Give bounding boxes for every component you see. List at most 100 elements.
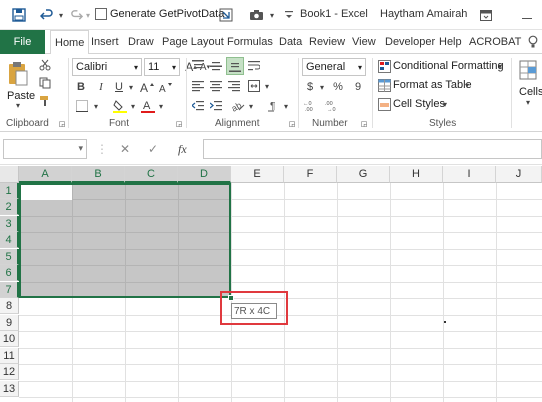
user-name[interactable]: Haytham Amairah bbox=[380, 8, 467, 20]
conditional-formatting-label[interactable]: Conditional Formatting bbox=[393, 60, 504, 72]
tab-developer[interactable]: Developer bbox=[385, 30, 435, 54]
ribbon-display-options-icon[interactable] bbox=[478, 6, 494, 24]
pivot-icon[interactable] bbox=[218, 6, 234, 24]
number-format-dropdown[interactable]: General ▾ bbox=[302, 58, 366, 76]
row-header-11[interactable]: 11 bbox=[0, 348, 19, 364]
row-header-7[interactable]: 7 bbox=[0, 282, 19, 298]
row-header-6[interactable]: 6 bbox=[0, 265, 19, 281]
cell-styles-label[interactable]: Cell Styles bbox=[393, 98, 445, 110]
comma-style-button[interactable]: 9 bbox=[352, 78, 364, 96]
decrease-indent-icon[interactable] bbox=[190, 98, 206, 114]
copy-icon[interactable] bbox=[38, 76, 52, 90]
bold-button[interactable]: B bbox=[74, 78, 88, 96]
borders-icon[interactable] bbox=[74, 98, 90, 114]
row-header-9[interactable]: 9 bbox=[0, 315, 19, 331]
undo-dropdown-icon[interactable]: ▾ bbox=[56, 6, 66, 24]
customize-qat-icon[interactable] bbox=[284, 6, 294, 24]
format-as-table-dropdown-icon[interactable]: ▾ bbox=[463, 77, 471, 93]
merge-center-icon[interactable] bbox=[246, 78, 262, 94]
camera-icon[interactable] bbox=[248, 6, 264, 24]
row-header-2[interactable]: 2 bbox=[0, 199, 19, 215]
orientation-icon[interactable]: ab bbox=[230, 98, 246, 114]
tab-page-layout[interactable]: Page Layout bbox=[162, 30, 224, 54]
generate-getpivotdata-checkbox[interactable] bbox=[95, 8, 107, 20]
select-all-corner[interactable] bbox=[0, 166, 19, 183]
row-header-5[interactable]: 5 bbox=[0, 249, 19, 265]
tab-home[interactable]: Home bbox=[50, 30, 90, 55]
camera-dropdown-icon[interactable]: ▾ bbox=[268, 6, 276, 24]
clipboard-launcher-icon[interactable]: ◲ bbox=[58, 120, 66, 128]
column-header-e[interactable]: E bbox=[231, 166, 284, 183]
number-launcher-icon[interactable]: ◲ bbox=[360, 120, 368, 128]
tab-view[interactable]: View bbox=[352, 30, 376, 54]
tab-draw[interactable]: Draw bbox=[128, 30, 154, 54]
name-box[interactable]: ▾ bbox=[3, 139, 87, 159]
tab-help[interactable]: Help bbox=[439, 30, 462, 54]
align-center-icon[interactable] bbox=[208, 78, 224, 94]
cell-styles-dropdown-icon[interactable]: ▾ bbox=[441, 96, 449, 112]
borders-dropdown-icon[interactable]: ▾ bbox=[92, 98, 100, 114]
orientation-dropdown-icon[interactable]: ▾ bbox=[247, 98, 255, 114]
format-painter-icon[interactable] bbox=[38, 94, 52, 108]
row-header-1[interactable]: 1 bbox=[0, 183, 19, 199]
row-header-8[interactable]: 8 bbox=[0, 298, 19, 314]
cells-label[interactable]: Cells bbox=[519, 86, 542, 98]
column-header-g[interactable]: G bbox=[337, 166, 390, 183]
formula-input[interactable] bbox=[203, 139, 542, 159]
tab-acrobat[interactable]: ACROBAT bbox=[469, 30, 521, 54]
middle-align-icon[interactable] bbox=[208, 58, 224, 74]
column-header-i[interactable]: I bbox=[443, 166, 496, 183]
increase-font-small-icon[interactable]: A bbox=[138, 78, 156, 96]
row-header-10[interactable]: 10 bbox=[0, 331, 19, 347]
worksheet-grid[interactable]: A B C D E F G H I J 1 2 3 4 5 6 7 8 9 10… bbox=[0, 166, 542, 402]
underline-dropdown-icon[interactable]: ▾ bbox=[127, 78, 135, 96]
redo-dropdown-icon[interactable]: ▾ bbox=[84, 6, 92, 24]
conditional-formatting-dropdown-icon[interactable]: ▾ bbox=[496, 58, 504, 74]
font-name-dropdown[interactable]: Calibri ▾ bbox=[72, 58, 142, 76]
paragraph-dropdown-icon[interactable]: ▾ bbox=[282, 98, 290, 114]
wrap-text-icon[interactable] bbox=[246, 58, 262, 74]
column-header-b[interactable]: B bbox=[72, 166, 125, 183]
currency-dropdown-icon[interactable]: ▾ bbox=[318, 78, 326, 96]
tab-insert[interactable]: Insert bbox=[91, 30, 119, 54]
cell-styles-icon[interactable] bbox=[377, 96, 391, 112]
font-color-icon[interactable]: A bbox=[140, 98, 156, 114]
row-header-4[interactable]: 4 bbox=[0, 232, 19, 248]
row-header-3[interactable]: 3 bbox=[0, 216, 19, 232]
redo-icon[interactable] bbox=[68, 6, 84, 24]
column-header-d[interactable]: D bbox=[178, 166, 231, 183]
insert-function-button[interactable]: fx bbox=[178, 139, 187, 159]
increase-decimal-icon[interactable]: ←0.00 bbox=[302, 98, 320, 114]
paragraph-direction-icon[interactable]: ¶ bbox=[266, 98, 282, 114]
fill-color-icon[interactable] bbox=[112, 98, 128, 114]
tab-review[interactable]: Review bbox=[309, 30, 345, 54]
cancel-icon[interactable]: ✕ bbox=[120, 139, 130, 159]
column-header-c[interactable]: C bbox=[125, 166, 178, 183]
cut-icon[interactable] bbox=[38, 58, 52, 72]
alignment-launcher-icon[interactable]: ◲ bbox=[288, 120, 296, 128]
cells-dropdown-icon[interactable]: ▾ bbox=[524, 98, 532, 107]
conditional-formatting-icon[interactable] bbox=[377, 58, 391, 74]
percent-button[interactable]: % bbox=[332, 78, 344, 96]
column-header-f[interactable]: F bbox=[284, 166, 337, 183]
selected-range[interactable] bbox=[19, 183, 231, 298]
top-align-icon[interactable] bbox=[190, 58, 206, 74]
format-as-table-label[interactable]: Format as Table bbox=[393, 79, 472, 91]
merge-dropdown-icon[interactable]: ▾ bbox=[263, 78, 271, 94]
font-size-dropdown[interactable]: 11 ▾ bbox=[144, 58, 180, 76]
column-header-h[interactable]: H bbox=[390, 166, 443, 183]
font-color-dropdown-icon[interactable]: ▾ bbox=[157, 98, 165, 114]
minimize-icon[interactable] bbox=[520, 6, 534, 24]
column-header-a[interactable]: A bbox=[19, 166, 72, 183]
undo-icon[interactable] bbox=[38, 6, 56, 24]
tab-file[interactable]: File bbox=[0, 30, 45, 54]
cells-icon[interactable] bbox=[518, 58, 538, 82]
decrease-font-small-icon[interactable]: A bbox=[158, 78, 174, 96]
format-as-table-icon[interactable] bbox=[377, 77, 391, 93]
tab-formulas[interactable]: Formulas bbox=[227, 30, 273, 54]
fill-color-dropdown-icon[interactable]: ▾ bbox=[129, 98, 137, 114]
row-header-13[interactable]: 13 bbox=[0, 381, 19, 397]
paste-icon[interactable] bbox=[6, 60, 30, 88]
bottom-align-icon[interactable] bbox=[226, 57, 244, 75]
currency-button[interactable]: $ bbox=[304, 78, 316, 96]
